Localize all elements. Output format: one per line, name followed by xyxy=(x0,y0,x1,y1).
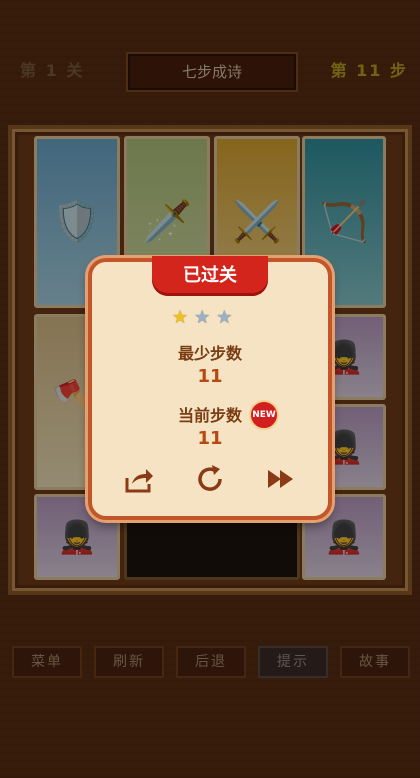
star-empty-icon: ★ xyxy=(216,307,233,328)
min-steps-value: 11 xyxy=(197,366,223,387)
share-button[interactable] xyxy=(122,462,156,496)
replay-icon xyxy=(198,465,222,491)
min-steps-label: 最少步数 xyxy=(177,344,242,363)
next-level-button[interactable] xyxy=(264,462,298,496)
current-steps-value: 11 xyxy=(197,428,223,449)
level-passed-ribbon: 已过关 xyxy=(152,256,268,296)
current-steps-label: 当前步数 xyxy=(177,406,242,425)
star-rating: ★ ★ ★ xyxy=(172,308,248,328)
star-filled-icon: ★ xyxy=(172,307,189,328)
share-icon xyxy=(125,469,153,493)
star-empty-icon: ★ xyxy=(194,307,211,328)
next-icon xyxy=(268,470,293,488)
replay-button[interactable] xyxy=(193,462,227,496)
new-record-badge: NEW xyxy=(249,400,279,430)
